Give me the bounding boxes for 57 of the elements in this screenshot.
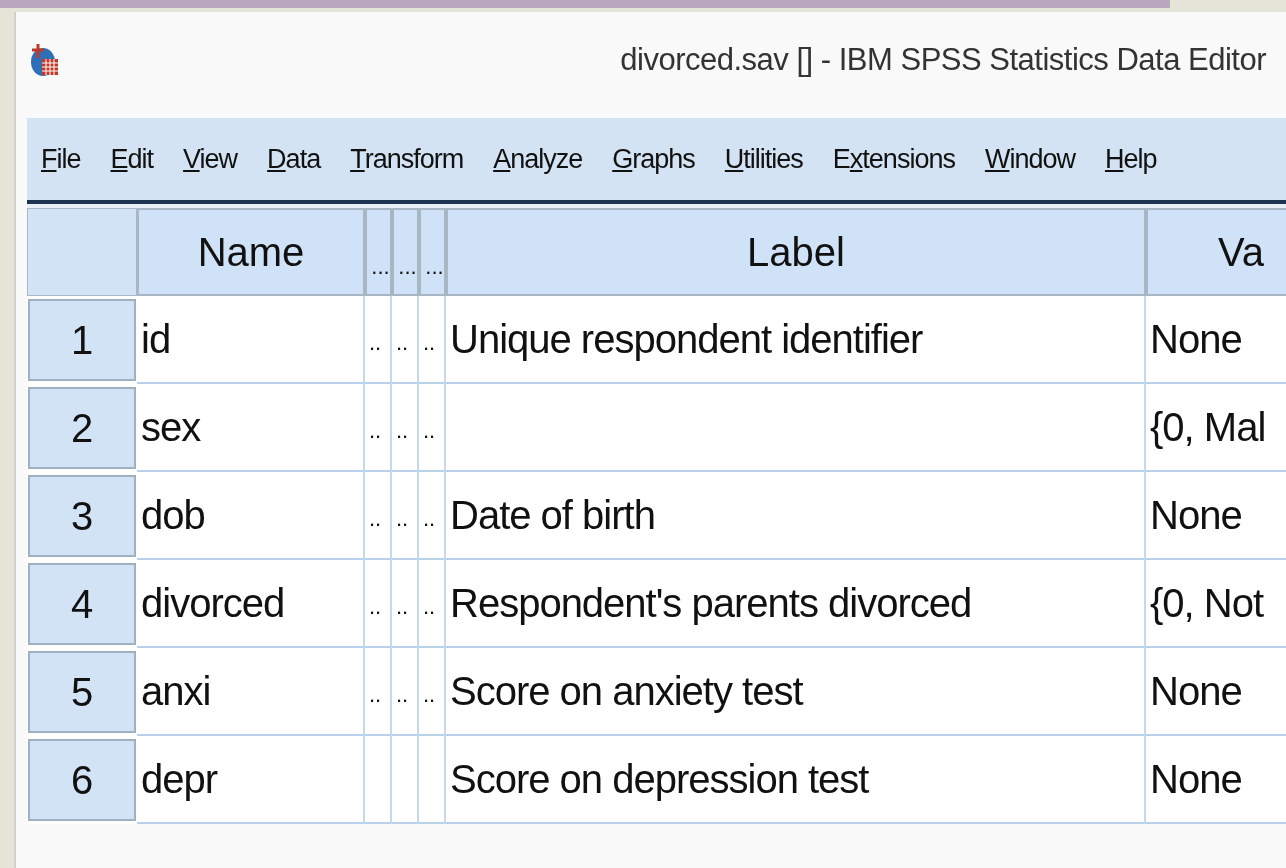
table-cell: .. [392, 296, 419, 384]
column-header[interactable]: Name [137, 208, 365, 296]
table-cell: None [1146, 296, 1286, 384]
menu-item[interactable]: Transform [338, 139, 476, 179]
window-title: divorced.sav [] - IBM SPSS Statistics Data Editor [620, 42, 1266, 78]
menu-item[interactable]: View [171, 139, 250, 179]
table-cell: {0, Mal [1146, 384, 1286, 472]
table-cell: .. [419, 472, 446, 560]
column-header[interactable]: ... [419, 208, 446, 296]
menu-item[interactable]: Analyze [481, 139, 595, 179]
menu-item[interactable]: File [29, 139, 93, 179]
table-cell: Respondent's parents divorced [446, 560, 1146, 648]
table-cell: depr [137, 736, 365, 824]
table-cell: .. [365, 384, 392, 472]
column-header[interactable]: ... [365, 208, 392, 296]
table-cell: id [137, 296, 365, 384]
column-header[interactable]: Va [1146, 208, 1286, 296]
row-header[interactable]: 6 [28, 739, 136, 821]
column-header[interactable]: Label [446, 208, 1146, 296]
menu-item[interactable]: Utilities [712, 139, 815, 179]
menu-item[interactable]: Graphs [600, 139, 707, 179]
table-cell: .. [392, 472, 419, 560]
table-cell: Date of birth [446, 472, 1146, 560]
table-cell: .. [365, 472, 392, 560]
row-header[interactable]: 1 [28, 299, 136, 381]
table-cell: Score on depression test [446, 736, 1146, 824]
table-cell: .. [365, 560, 392, 648]
column-header[interactable]: ... [392, 208, 419, 296]
table-cell: .. [419, 296, 446, 384]
table-cell: None [1146, 736, 1286, 824]
menu-item[interactable]: Edit [98, 139, 166, 179]
table-cell: Score on anxiety test [446, 648, 1146, 736]
row-header[interactable]: 3 [28, 475, 136, 557]
table-cell: anxi [137, 648, 365, 736]
table-cell: divorced [137, 560, 365, 648]
table-cell: .. [392, 384, 419, 472]
row-header[interactable]: 5 [28, 651, 136, 733]
table-cell: Unique respondent identifier [446, 296, 1146, 384]
app-logo-icon [30, 42, 60, 78]
menu-item[interactable]: Extensions [820, 139, 967, 179]
table-cell: .. [392, 648, 419, 736]
table-cell: None [1146, 472, 1286, 560]
table-cell: .. [392, 560, 419, 648]
row-header[interactable]: 2 [28, 387, 136, 469]
table-cell: .. [365, 648, 392, 736]
table-cell: sex [137, 384, 365, 472]
table-cell: {0, Not [1146, 560, 1286, 648]
table-cell: .. [419, 560, 446, 648]
menu-item[interactable]: Help [1092, 139, 1169, 179]
table-cell: .. [419, 384, 446, 472]
table-cell: dob [137, 472, 365, 560]
menu-item[interactable]: Data [255, 139, 333, 179]
menu-item[interactable]: Window [972, 139, 1087, 179]
row-header[interactable]: 4 [28, 563, 136, 645]
table-cell: None [1146, 648, 1286, 736]
table-cell: .. [365, 296, 392, 384]
table-cell: .. [419, 648, 446, 736]
